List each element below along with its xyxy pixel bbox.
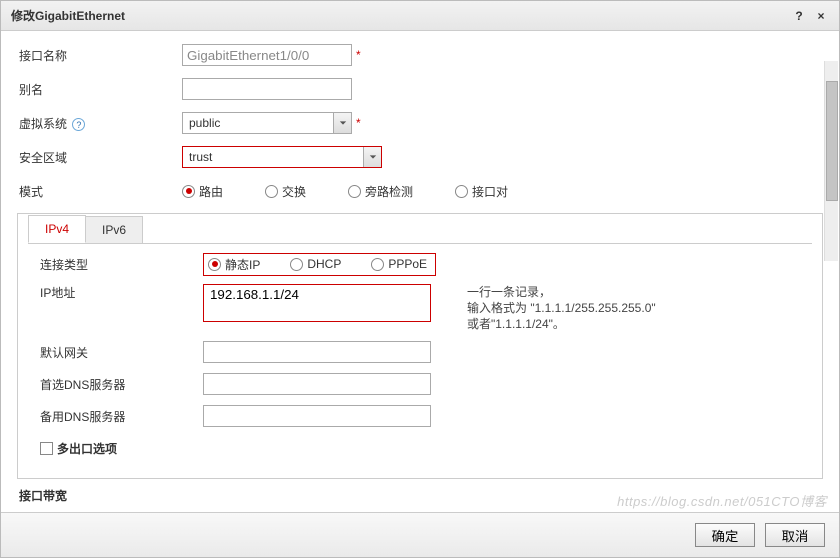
label-mode: 模式	[17, 183, 182, 200]
ipaddr-hint: 一行一条记录， 输入格式为 "1.1.1.1/255.255.255.0" 或者…	[467, 284, 656, 332]
tab-ipv6[interactable]: IPv6	[85, 216, 143, 243]
dns2-input[interactable]	[203, 405, 431, 427]
tabstrip: IPv4 IPv6	[28, 213, 812, 243]
label-alias: 别名	[17, 81, 182, 98]
alias-input[interactable]	[182, 78, 352, 100]
mode-radio-bypass[interactable]: 旁路检测	[348, 183, 413, 200]
label-conntype: 连接类型	[28, 256, 203, 273]
label-dns2: 备用DNS服务器	[28, 408, 203, 425]
gateway-input[interactable]	[203, 341, 431, 363]
conn-radio-static[interactable]: 静态IP	[208, 256, 260, 273]
dialog: 修改GigabitEthernet ? × 接口名称 * 别名 虚拟系统 ? p…	[0, 0, 840, 558]
label-vsys: 虚拟系统 ?	[17, 115, 182, 132]
ip-tabs-container: IPv4 IPv6 连接类型 静态IP DHCP PPPoE IP地址	[17, 213, 823, 479]
titlebar: 修改GigabitEthernet ? ×	[1, 1, 839, 31]
label-interface-name: 接口名称	[17, 47, 182, 64]
mode-radio-pair[interactable]: 接口对	[455, 183, 508, 200]
vsys-value: public	[183, 116, 333, 130]
zone-select[interactable]: trust	[182, 146, 382, 168]
close-icon[interactable]: ×	[813, 9, 829, 23]
label-zone: 安全区域	[17, 149, 182, 166]
watermark: https://blog.csdn.net/051CTO博客	[617, 491, 827, 510]
chevron-down-icon	[363, 147, 381, 167]
label-vsys-text: 虚拟系统	[19, 117, 67, 131]
ipaddr-textarea[interactable]	[203, 284, 431, 322]
mode-radio-switch[interactable]: 交换	[265, 183, 306, 200]
chevron-down-icon	[333, 113, 351, 133]
mode-radio-route[interactable]: 路由	[182, 183, 223, 200]
scrollbar-thumb[interactable]	[826, 81, 838, 201]
multi-exit-checkbox[interactable]: 多出口选项	[40, 440, 117, 457]
mode-radio-group: 路由 交换 旁路检测 接口对	[182, 183, 508, 200]
zone-value: trust	[183, 150, 363, 164]
conntype-radio-group: 静态IP DHCP PPPoE	[203, 253, 436, 276]
label-dns1: 首选DNS服务器	[28, 376, 203, 393]
cancel-button[interactable]: 取消	[765, 523, 825, 547]
required-mark: *	[356, 116, 361, 130]
content: 接口名称 * 别名 虚拟系统 ? public * 安全区域 trust	[1, 31, 839, 512]
ok-button[interactable]: 确定	[695, 523, 755, 547]
required-mark: *	[356, 48, 361, 62]
help-icon[interactable]: ?	[791, 9, 807, 23]
conn-radio-dhcp[interactable]: DHCP	[290, 257, 341, 271]
conn-radio-pppoe[interactable]: PPPoE	[371, 257, 427, 271]
scrollbar[interactable]	[824, 61, 838, 261]
tab-body: 连接类型 静态IP DHCP PPPoE IP地址 一行一条记录， 输入格式为 …	[28, 243, 812, 460]
dns1-input[interactable]	[203, 373, 431, 395]
label-ipaddr: IP地址	[28, 284, 203, 301]
dialog-title: 修改GigabitEthernet	[11, 7, 785, 24]
label-gateway: 默认网关	[28, 344, 203, 361]
interface-name-input[interactable]	[182, 44, 352, 66]
vsys-select[interactable]: public	[182, 112, 352, 134]
tab-ipv4[interactable]: IPv4	[28, 215, 86, 243]
footer: 确定 取消	[1, 512, 839, 557]
vsys-help-icon[interactable]: ?	[72, 118, 85, 131]
